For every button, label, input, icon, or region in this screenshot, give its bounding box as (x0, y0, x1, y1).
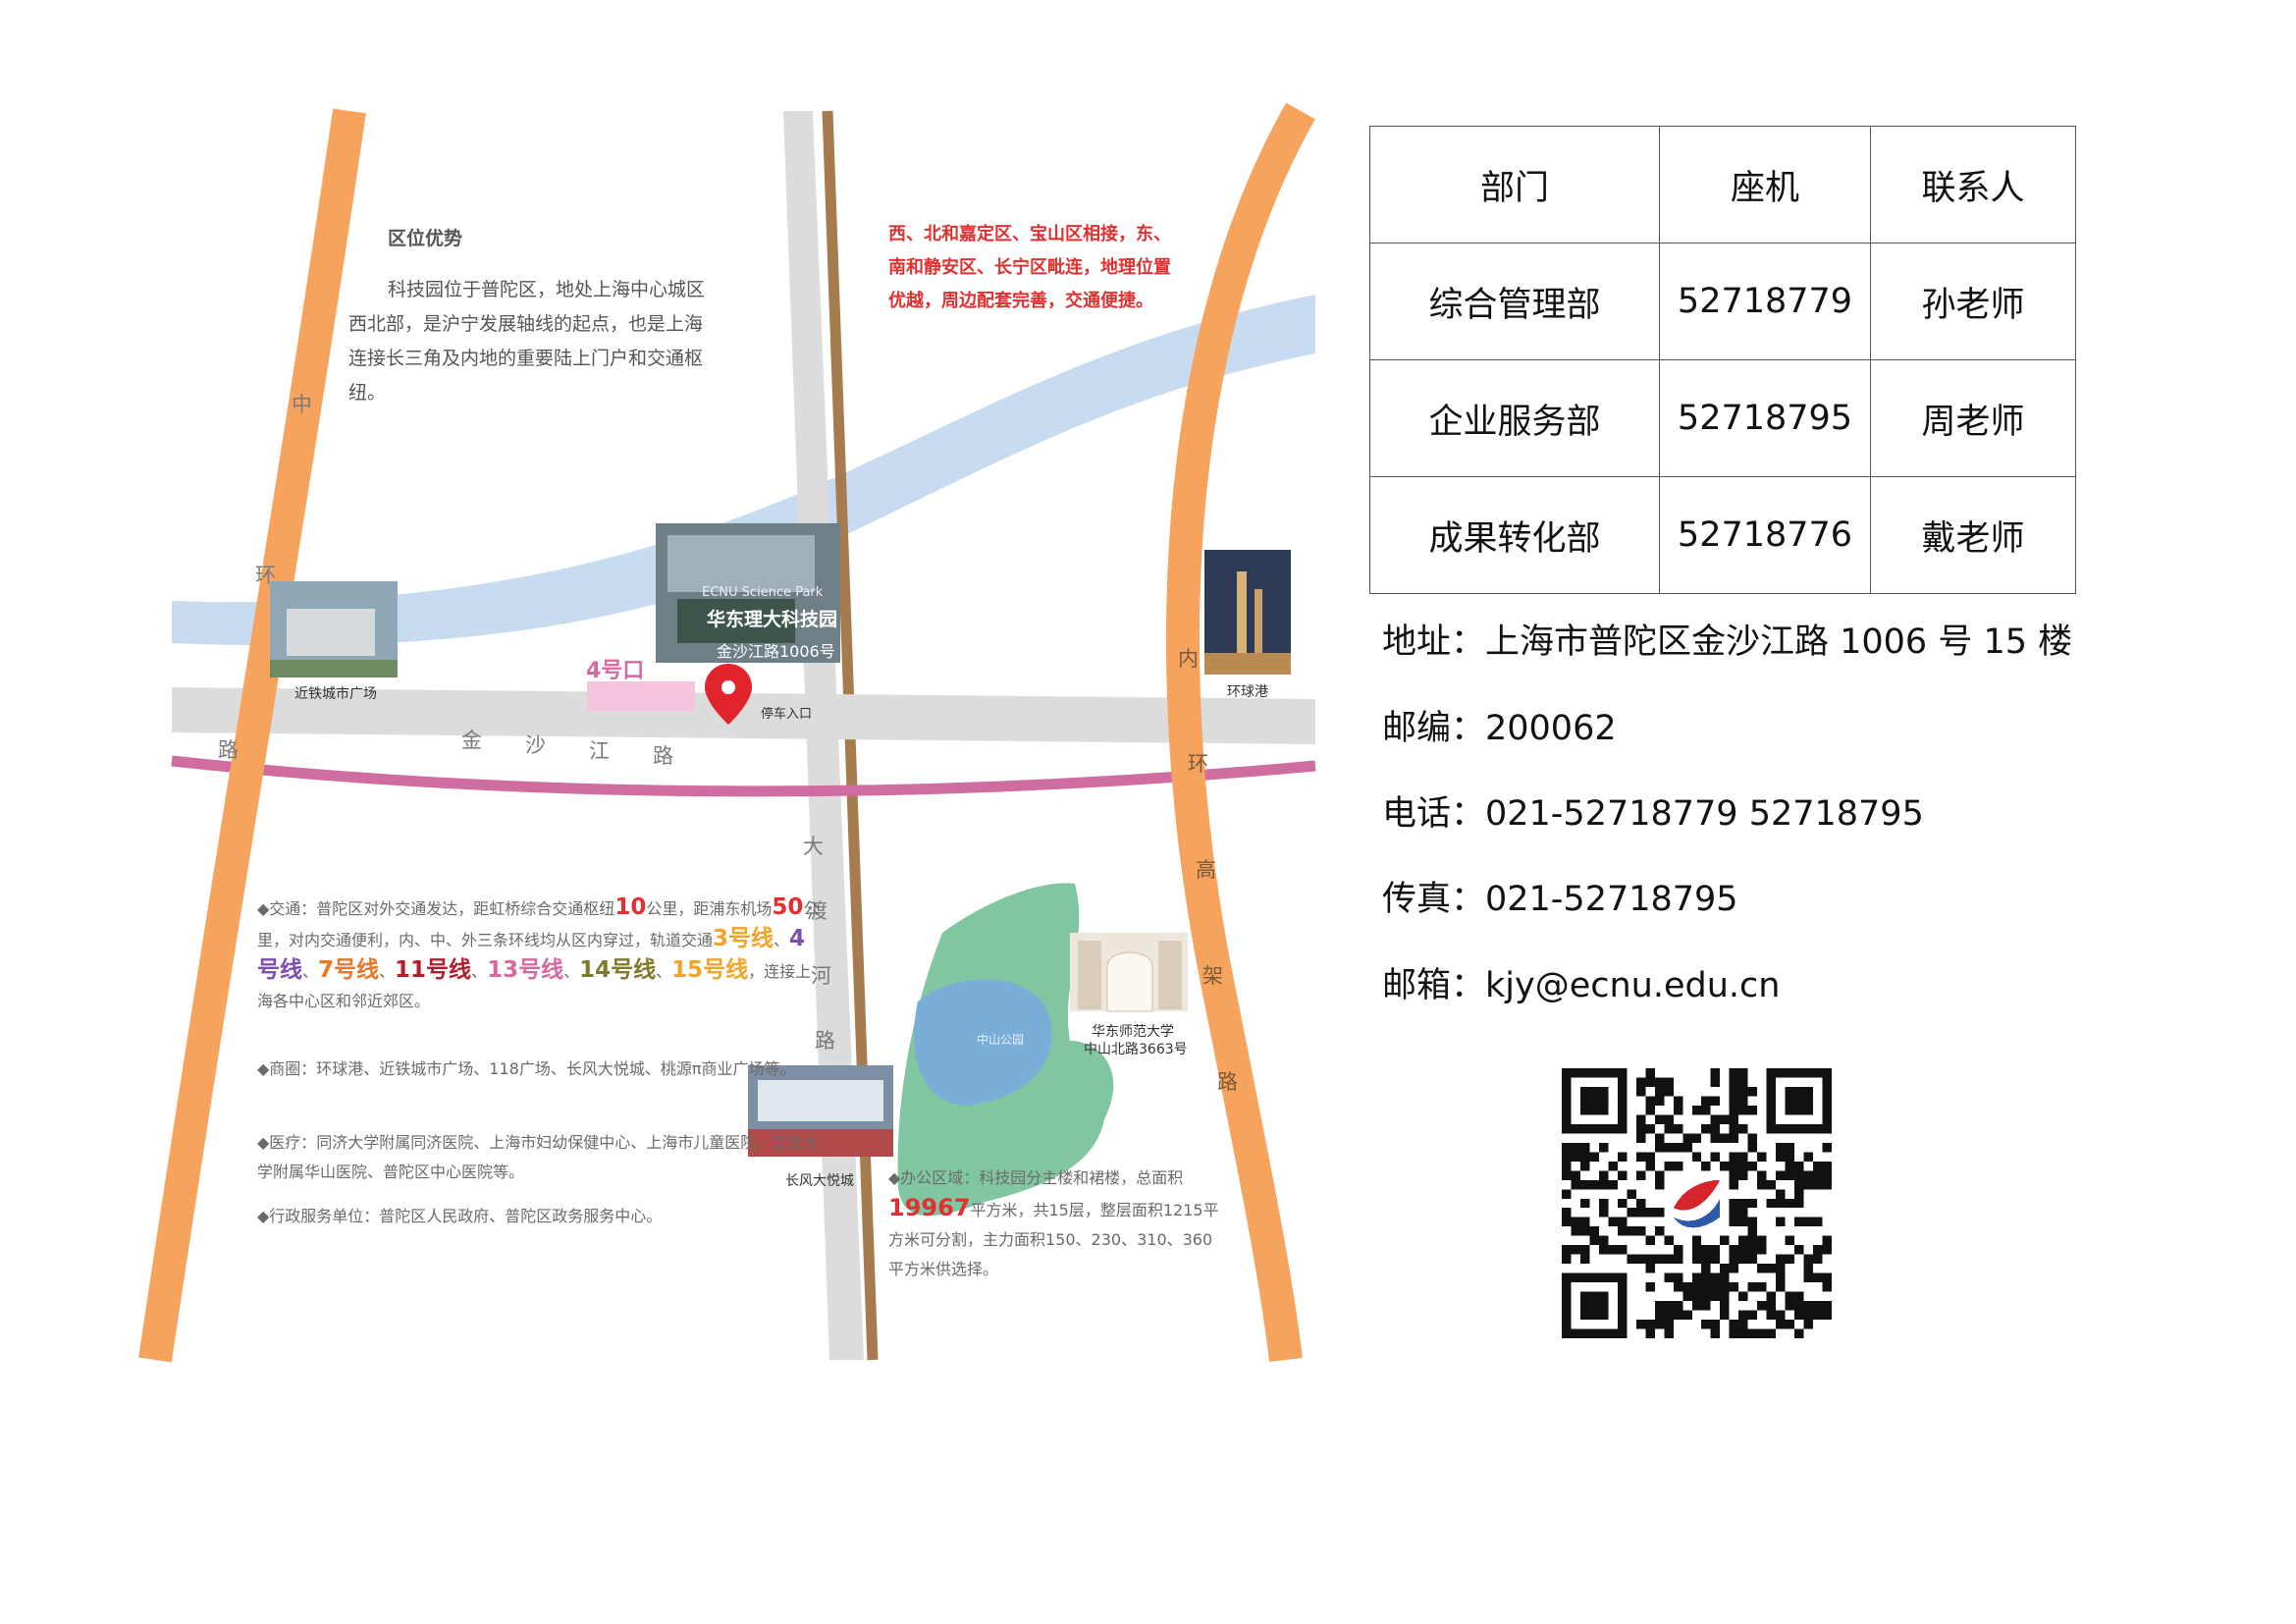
road-label-neihuan-2: 环 (1188, 752, 1208, 776)
cell-department: 综合管理部 (1369, 243, 1660, 360)
table-row: 成果转化部 52718776 戴老师 (1369, 476, 2076, 594)
photo-ecnu (1070, 933, 1188, 1012)
road-label-jinshajiang-4: 路 (653, 744, 673, 768)
road-label-neihuan-5: 路 (1217, 1070, 1238, 1094)
cell-contact: 周老师 (1870, 359, 2076, 477)
header-phone: 座机 (1659, 126, 1871, 244)
qr-code[interactable] (1562, 1068, 1832, 1338)
cell-contact: 孙老师 (1870, 243, 2076, 360)
cell-phone: 52718776 (1659, 476, 1871, 594)
header-contact: 联系人 (1870, 126, 2076, 244)
metro-line (171, 755, 1316, 797)
lake-label: 中山公园 (977, 1033, 1025, 1047)
road-label-neihuan-1: 内 (1178, 647, 1199, 671)
cell-contact: 戴老师 (1870, 476, 2076, 594)
cell-phone: 52718795 (1659, 359, 1871, 477)
medical-paragraph: ◆医疗：同济大学附属同济医院、上海市妇幼保健中心、上海市儿童医院、复旦大学附属华… (257, 1133, 820, 1181)
road-label-jinshajiang-1: 金 (461, 729, 482, 752)
landmark-ecnu-address: 中山北路3663号 (1084, 1042, 1188, 1057)
intro-body: 科技园位于普陀区，地处上海中心城区西北部，是沪宁发展轴线的起点，也是上海连接长三… (348, 279, 706, 404)
fax-line: 传真：021-52718795 (1382, 880, 1738, 919)
contacts-table: 部门 座机 联系人 综合管理部 52718779 孙老师 企业服务部 52718… (1369, 126, 2076, 594)
road-label-neihuan-3: 高 (1196, 858, 1216, 882)
table-header-row: 部门 座机 联系人 (1369, 126, 2076, 244)
road-label-dadu-1: 大 (803, 835, 824, 858)
gate-bar (587, 681, 695, 711)
road-label-neihuan-4: 架 (1202, 964, 1223, 988)
road-label-zhonghuan-3: 路 (218, 738, 239, 762)
landmark-ecnu: 华东师范大学 (1092, 1024, 1174, 1040)
location-highlight: 西、北和嘉定区、宝山区相接，东、南和静安区、长宁区毗连，地理位置优越，周边配套完… (888, 224, 1171, 311)
road-label-zhonghuan-2: 环 (255, 564, 276, 587)
road-label-jinshajiang-2: 沙 (525, 733, 546, 757)
header-department: 部门 (1369, 126, 1660, 244)
admin-paragraph: ◆行政服务单位：普陀区人民政府、普陀区政务服务中心。 (257, 1207, 663, 1225)
traffic-paragraph: ◆交通：普陀区对外交通发达，距虹桥综合交通枢纽10公里，距浦东机场50公里，对内… (257, 894, 820, 1010)
photo-jintie (270, 581, 398, 677)
gate-label: 4号口 (586, 659, 645, 683)
postcode-line: 邮编：200062 (1382, 709, 1617, 748)
parking-label: 停车入口 (761, 707, 813, 722)
cell-department: 成果转化部 (1369, 476, 1660, 594)
address-line: 地址：上海市普陀区金沙江路 1006 号 15 楼 (1382, 623, 2073, 662)
landmark-jintie: 近铁城市广场 (294, 686, 377, 702)
cell-department: 企业服务部 (1369, 359, 1660, 477)
table-row: 企业服务部 52718795 周老师 (1369, 359, 2076, 477)
road-label-zhonghuan-1: 中 (292, 393, 312, 416)
phone-line: 电话：021-52718779 52718795 (1382, 794, 1924, 834)
road-label-jinshajiang-3: 江 (589, 739, 610, 763)
table-row: 综合管理部 52718779 孙老师 (1369, 243, 2076, 360)
building-sign-en: ECNU Science Park (702, 585, 824, 600)
email-line[interactable]: 邮箱：kjy@ecnu.edu.cn (1382, 957, 1780, 1007)
photo-huanqiu (1204, 550, 1291, 675)
road-label-dadu-4: 路 (815, 1029, 835, 1053)
office-paragraph: ◆办公区域：科技园分主楼和裙楼，总面积19967平方米，共15层，整层面积121… (888, 1168, 1219, 1278)
building-sign-cn: 华东理大科技园 (707, 609, 838, 630)
cell-phone: 52718779 (1659, 243, 1871, 360)
landmark-huanqiu: 环球港 (1227, 684, 1268, 700)
building-sign-address: 金沙江路1006号 (717, 642, 835, 661)
commerce-paragraph: ◆商圈：环球港、近铁城市广场、118广场、长风大悦城、桃源π商业广场等。 (257, 1059, 796, 1078)
intro-title: 区位优势 (388, 228, 463, 249)
